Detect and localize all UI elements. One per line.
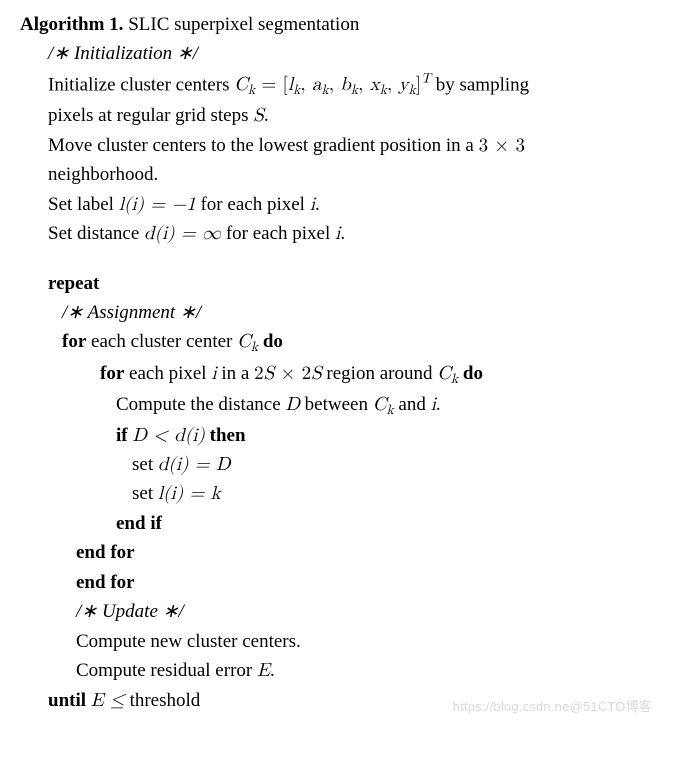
until-keyword: until: [48, 690, 86, 711]
if-keyword: if: [116, 425, 132, 446]
until-line: until E ≤ threshold: [48, 686, 654, 715]
for-keyword: for: [100, 363, 124, 384]
text: Move cluster centers to the lowest gradi…: [48, 135, 479, 156]
assignment-comment: /∗ Assignment ∗/: [62, 298, 654, 327]
text: between: [300, 394, 373, 415]
for-inner: for each pixel i in a 2S × 2S region aro…: [100, 359, 654, 390]
text: each cluster center: [86, 331, 237, 352]
init-comment: /∗ Initialization ∗/: [48, 39, 654, 68]
for-outer: for each cluster center Ck do: [62, 327, 654, 358]
text: set: [132, 483, 158, 504]
text: and: [394, 394, 431, 415]
compute-distance: Compute the distance D between Ck and i.: [116, 390, 654, 421]
set-d: set d(i) = D: [132, 450, 654, 479]
text: for each pixel: [196, 194, 310, 215]
text: threshold: [125, 690, 200, 711]
init-line-2: pixels at regular grid steps S.: [48, 101, 654, 130]
end-for-inner: end for: [76, 538, 654, 567]
math-ck: Ck: [373, 395, 394, 414]
for-keyword: for: [62, 331, 86, 352]
do-keyword: do: [458, 363, 483, 384]
math-condition: D < d(i): [132, 426, 205, 445]
if-line: if D < d(i) then: [116, 421, 654, 450]
text: Compute the distance: [116, 394, 285, 415]
end-for-outer: end for: [76, 568, 654, 597]
compute-error: Compute residual error E.: [76, 656, 654, 685]
math-ck-def: Ck = [lk, ak, bk, xk, yk]T: [234, 75, 431, 94]
end-if: end if: [116, 509, 654, 538]
init-line-1: Initialize cluster centers Ck = [lk, ak,…: [48, 69, 654, 102]
then-keyword: then: [205, 425, 246, 446]
text: in a: [217, 363, 254, 384]
math-label-init: l(i) = −1: [119, 195, 196, 214]
init-line-6: Set distance d(i) = ∞ for each pixel i.: [48, 219, 654, 248]
init-line-3: Move cluster centers to the lowest gradi…: [48, 131, 654, 160]
text: by sampling: [431, 74, 529, 95]
init-line-4: neighborhood.: [48, 160, 654, 189]
algorithm-title: SLIC superpixel segmentation: [123, 14, 359, 35]
math-3x3: 3 × 3: [479, 136, 525, 155]
text: Initialize cluster centers: [48, 74, 234, 95]
compute-centers: Compute new cluster centers.: [76, 627, 654, 656]
text: Set label: [48, 194, 119, 215]
do-keyword: do: [258, 331, 283, 352]
text: Set distance: [48, 223, 144, 244]
math-set-d: d(i) = D: [158, 455, 231, 474]
algorithm-header: Algorithm 1. SLIC superpixel segmentatio…: [20, 10, 654, 39]
text: region around: [322, 363, 438, 384]
text: for each pixel: [221, 223, 335, 244]
math-set-l: l(i) = k: [158, 484, 221, 503]
var-E: E: [257, 661, 270, 680]
var-S: S: [253, 106, 264, 125]
math-ck: Ck: [237, 332, 258, 351]
update-comment: /∗ Update ∗/: [76, 597, 654, 626]
math-2s2s: 2S × 2S: [254, 364, 322, 383]
math-dist-init: d(i) = ∞: [144, 224, 221, 243]
algorithm-number: Algorithm 1.: [20, 14, 123, 35]
math-until: E ≤: [91, 691, 125, 710]
init-line-5: Set label l(i) = −1 for each pixel i.: [48, 190, 654, 219]
set-l: set l(i) = k: [132, 479, 654, 508]
text: each pixel: [124, 363, 211, 384]
repeat-keyword: repeat: [48, 269, 654, 298]
text: Compute residual error: [76, 660, 257, 681]
var-D: D: [285, 395, 300, 414]
text: set: [132, 454, 158, 475]
math-ck: Ck: [437, 364, 458, 383]
text: pixels at regular grid steps: [48, 105, 253, 126]
